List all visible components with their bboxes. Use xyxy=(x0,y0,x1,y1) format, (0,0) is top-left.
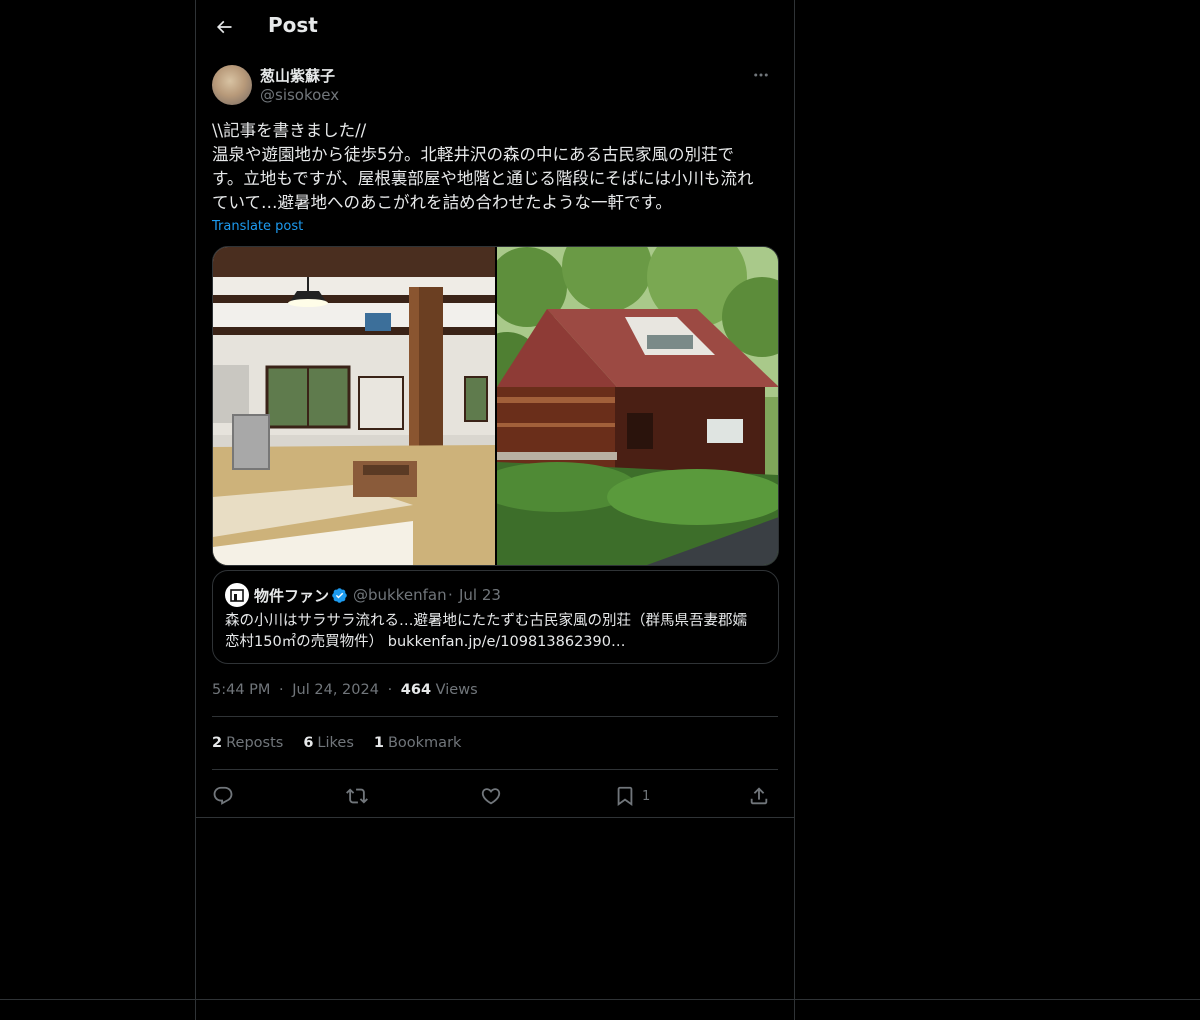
divider xyxy=(196,817,794,818)
quoted-text-line: 恋村150㎡の売買物件） bukkenfan.jp/e/109813862390… xyxy=(225,634,626,650)
post-header: Post xyxy=(196,0,794,54)
house-logo-icon xyxy=(230,589,244,602)
translate-post-link[interactable]: Translate post xyxy=(212,219,303,234)
quoted-handle: @bukkenfan xyxy=(353,586,447,604)
post-text-line: す。立地もですが、屋根裏部屋や地階と通じる階段にそばには小川も流れ xyxy=(212,169,754,188)
more-options-button[interactable] xyxy=(744,64,778,86)
page-title: Post xyxy=(268,13,318,37)
more-icon xyxy=(754,73,768,77)
back-arrow-icon xyxy=(216,20,232,34)
meta-separator: · xyxy=(387,682,393,698)
post-text-line: 温泉や遊園地から徒歩5分。北軽井沢の森の中にある古民家風の別荘で xyxy=(212,145,734,164)
meta-separator: · xyxy=(279,682,284,698)
reply-icon xyxy=(213,786,233,805)
bookmarks-stat[interactable]: 1 Bookmark xyxy=(374,735,462,751)
post-date[interactable]: Jul 24, 2024 xyxy=(292,682,379,698)
like-icon xyxy=(481,788,501,805)
action-bar: 1 xyxy=(212,782,778,810)
post-metadata: 5:44 PM · Jul 24, 2024 · 464 Views xyxy=(212,682,478,698)
post-detail-column: Post 葱山紫蘇子 @sisokoex \\記事を書きました// 温泉や遊園地… xyxy=(195,0,795,1020)
likes-label: Likes xyxy=(317,735,354,751)
post-text-line: ていて…避暑地へのあこがれを詰め合わせたような一軒です。 xyxy=(212,193,672,212)
back-button[interactable] xyxy=(206,9,242,45)
interior-photo[interactable] xyxy=(213,247,495,565)
bookmark-count: 1 xyxy=(642,788,651,804)
exterior-photo[interactable] xyxy=(496,247,778,565)
divider xyxy=(212,769,778,770)
reply-button[interactable] xyxy=(212,782,234,810)
likes-count: 6 xyxy=(303,735,314,751)
quoted-text: 森の小川はサラサラ流れる…避暑地にたたずむ古民家風の別荘（群馬県吾妻郡嬬 恋村1… xyxy=(225,611,773,653)
engagement-stats: 2 Reposts 6 Likes 1 Bookmark xyxy=(212,735,461,751)
post-media-grid xyxy=(212,246,779,566)
author-handle[interactable]: @sisokoex xyxy=(260,86,339,104)
likes-stat[interactable]: 6 Likes xyxy=(303,735,354,751)
repost-button[interactable] xyxy=(346,782,368,810)
share-button[interactable] xyxy=(748,782,770,810)
avatar[interactable] xyxy=(212,65,252,105)
quoted-text-line: 森の小川はサラサラ流れる…避暑地にたたずむ古民家風の別荘（群馬県吾妻郡嬬 xyxy=(225,613,747,629)
verified-badge-icon xyxy=(332,588,347,603)
reposts-label: Reposts xyxy=(226,735,284,751)
views-label: Views xyxy=(435,682,478,698)
quoted-post[interactable]: 物件ファン @bukkenfan · Jul 23 森の小川はサラサラ流れる…避… xyxy=(212,570,779,664)
bookmark-icon xyxy=(617,786,633,807)
reposts-count: 2 xyxy=(212,735,223,751)
bookmarks-count: 1 xyxy=(373,735,384,751)
post-author: 葱山紫蘇子 @sisokoex xyxy=(212,64,778,108)
post-text-line: \\記事を書きました// xyxy=(212,121,367,140)
quoted-separator: · xyxy=(448,586,453,604)
reposts-stat[interactable]: 2 Reposts xyxy=(212,735,283,751)
views-count: 464 xyxy=(400,682,432,698)
share-icon xyxy=(750,787,768,805)
author-display-name[interactable]: 葱山紫蘇子 xyxy=(260,65,335,86)
like-button[interactable] xyxy=(480,782,502,810)
bookmark-button[interactable]: 1 xyxy=(614,782,650,810)
quoted-date: Jul 23 xyxy=(459,586,501,604)
post-time[interactable]: 5:44 PM xyxy=(212,682,270,698)
post-text: \\記事を書きました// 温泉や遊園地から徒歩5分。北軽井沢の森の中にある古民家… xyxy=(212,119,780,215)
divider xyxy=(212,716,778,717)
bookmarks-label: Bookmark xyxy=(387,735,462,751)
quoted-display-name: 物件ファン xyxy=(254,587,330,605)
repost-icon xyxy=(346,788,368,804)
quoted-avatar xyxy=(225,583,249,607)
